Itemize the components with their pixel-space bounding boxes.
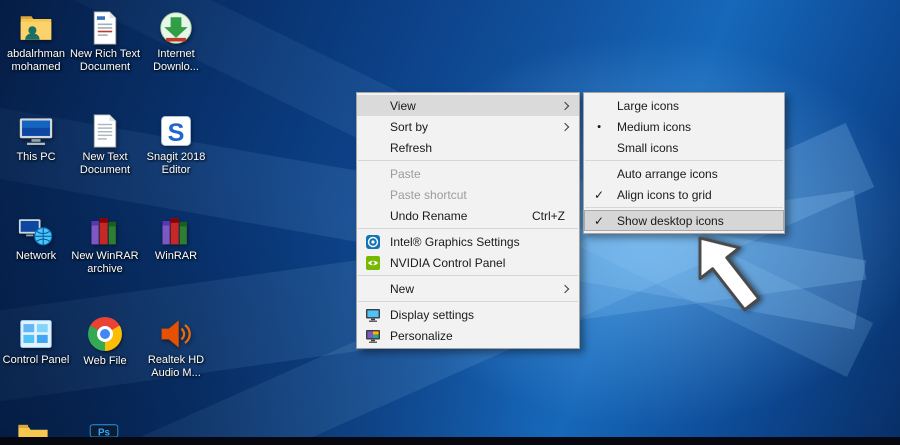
checkmark-icon: ✓ xyxy=(594,188,604,202)
keyboard-shortcut: Ctrl+Z xyxy=(532,209,565,223)
desktop-icon-label: abdalrhman mohamed xyxy=(0,48,73,74)
desktop-icon-control-panel[interactable]: Control Panel xyxy=(0,316,73,367)
desktop-icon-new-rich-text-document[interactable]: New Rich Text Document xyxy=(68,10,142,74)
menu-separator xyxy=(358,275,578,276)
submenu-item-small-icons[interactable]: Small icons xyxy=(584,137,784,158)
desktop-icon-user-folder[interactable]: abdalrhman mohamed xyxy=(0,10,73,74)
menu-item-undo-rename[interactable]: Undo Rename Ctrl+Z xyxy=(357,205,579,226)
desktop-icon-network[interactable]: Network xyxy=(0,212,73,263)
desktop-context-menu: View Sort by Refresh Paste Paste shortcu… xyxy=(356,92,580,349)
desktop-icon-realtek-audio[interactable]: Realtek HD Audio M... xyxy=(139,316,213,380)
desktop[interactable]: abdalrhman mohamed This PC Network Contr… xyxy=(0,0,900,445)
personalize-icon xyxy=(365,328,381,344)
desktop-icon-label: WinRAR xyxy=(139,250,213,263)
menu-item-paste-shortcut: Paste shortcut xyxy=(357,184,579,205)
submenu-item-show-desktop-icons[interactable]: ✓ Show desktop icons xyxy=(584,210,784,231)
menu-item-new[interactable]: New xyxy=(357,278,579,299)
desktop-icon-label: Control Panel xyxy=(0,354,73,367)
submenu-item-medium-icons[interactable]: ● Medium icons xyxy=(584,116,784,137)
menu-item-display-settings[interactable]: Display settings xyxy=(357,304,579,325)
menu-separator xyxy=(585,207,783,208)
submenu-chevron-icon xyxy=(561,284,569,292)
winrar-books-icon xyxy=(158,212,194,248)
annotation-arrow xyxy=(675,218,778,326)
desktop-icon-new-text-document[interactable]: New Text Document xyxy=(68,113,142,177)
desktop-icon-label: Realtek HD Audio M... xyxy=(139,354,213,380)
desktop-icon-label: New Text Document xyxy=(68,151,142,177)
rich-text-document-icon xyxy=(87,10,123,46)
desktop-icon-label: New WinRAR archive xyxy=(68,250,142,276)
winrar-books-icon xyxy=(87,212,123,248)
menu-separator xyxy=(585,160,783,161)
menu-item-personalize[interactable]: Personalize xyxy=(357,325,579,346)
partial-photoshop-icon: Ps xyxy=(88,424,120,437)
desktop-icon-label: Web File xyxy=(68,355,142,368)
submenu-item-auto-arrange-icons[interactable]: Auto arrange icons xyxy=(584,163,784,184)
speaker-icon xyxy=(158,316,194,352)
taskbar[interactable] xyxy=(0,437,900,445)
network-icon xyxy=(18,212,54,248)
radio-bullet-icon: ● xyxy=(597,123,601,130)
submenu-chevron-icon xyxy=(561,122,569,130)
desktop-icon-winrar[interactable]: WinRAR xyxy=(139,212,213,263)
nvidia-icon xyxy=(365,255,381,271)
desktop-icon-snagit[interactable]: S Snagit 2018 Editor xyxy=(139,113,213,177)
desktop-icon-new-winrar-archive[interactable]: New WinRAR archive xyxy=(68,212,142,276)
desktop-icon-label: Internet Downlo... xyxy=(139,48,213,74)
idm-icon xyxy=(158,10,194,46)
menu-item-nvidia-control-panel[interactable]: NVIDIA Control Panel xyxy=(357,252,579,273)
user-folder-icon xyxy=(18,10,54,46)
checkmark-icon: ✓ xyxy=(594,214,604,228)
menu-separator xyxy=(358,160,578,161)
desktop-icon-this-pc[interactable]: This PC xyxy=(0,113,73,164)
menu-separator xyxy=(358,228,578,229)
svg-text:Ps: Ps xyxy=(98,427,111,437)
computer-icon xyxy=(18,113,54,149)
submenu-item-align-icons-to-grid[interactable]: ✓ Align icons to grid xyxy=(584,184,784,205)
desktop-icon-label: Snagit 2018 Editor xyxy=(139,151,213,177)
view-submenu: Large icons ● Medium icons Small icons A… xyxy=(583,92,785,234)
desktop-icon-label: New Rich Text Document xyxy=(68,48,142,74)
desktop-icon-label: This PC xyxy=(0,151,73,164)
control-panel-icon xyxy=(18,316,54,352)
text-document-icon xyxy=(87,113,123,149)
chrome-icon xyxy=(87,317,123,353)
submenu-item-large-icons[interactable]: Large icons xyxy=(584,95,784,116)
desktop-icon-internet-download-manager[interactable]: Internet Downlo... xyxy=(139,10,213,74)
submenu-chevron-icon xyxy=(561,101,569,109)
svg-text:S: S xyxy=(168,119,185,147)
menu-item-sort-by[interactable]: Sort by xyxy=(357,116,579,137)
intel-graphics-icon xyxy=(365,234,381,250)
menu-item-paste: Paste xyxy=(357,163,579,184)
menu-item-intel-graphics-settings[interactable]: Intel® Graphics Settings xyxy=(357,231,579,252)
display-icon xyxy=(365,307,381,323)
desktop-icon-label: Network xyxy=(0,250,73,263)
menu-item-view[interactable]: View xyxy=(357,95,579,116)
snagit-icon: S xyxy=(158,113,194,149)
menu-separator xyxy=(358,301,578,302)
partial-folder-icon xyxy=(16,424,50,437)
menu-item-refresh[interactable]: Refresh xyxy=(357,137,579,158)
desktop-icon-web-file[interactable]: Web File xyxy=(68,316,142,368)
